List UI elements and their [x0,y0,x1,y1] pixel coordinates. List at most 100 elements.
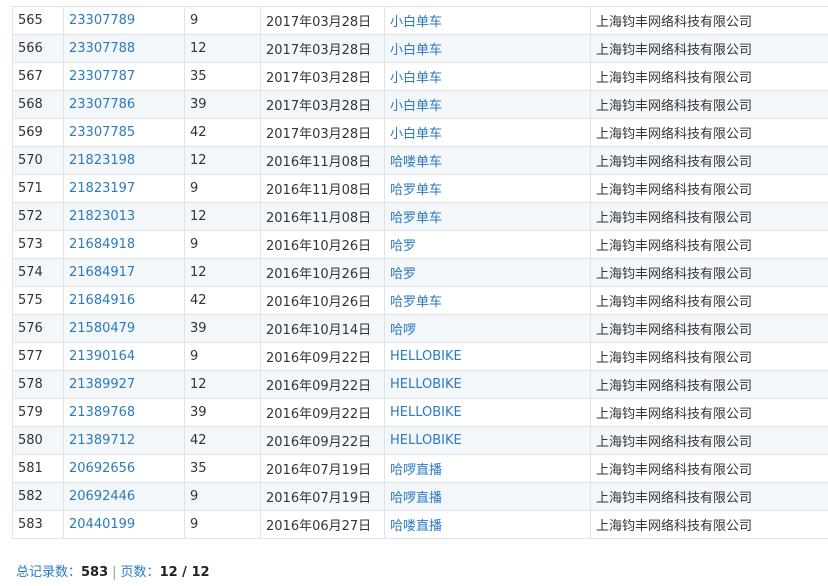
cell-index: 570 [12,146,64,175]
table-row: 571 21823197 9 2016年11月08日 哈罗单车 上海钧丰网络科技有限公司 [12,174,828,203]
cell-class: 39 [184,314,261,343]
records-table-body: 565 23307789 9 2017年03月28日 小白单车 上海钧丰网络科技有限公司 5… [12,6,828,539]
registration-number-link[interactable]: 21684916 [69,293,135,308]
cell-class-text: 39 [190,97,207,112]
table-row: 575 21684916 42 2016年10月26日 哈罗单车 上海钧丰网络科技有限公司 [12,286,828,315]
cell-application-date-text: 2016年10月14日 [266,323,372,338]
registration-number-link[interactable]: 23307788 [69,41,135,56]
cell-class-text: 12 [190,265,207,280]
cell-trademark-name: 小白单车 [384,6,591,35]
cell-applicant: 上海钧丰网络科技有限公司 [590,202,828,231]
registration-number-link[interactable]: 23307789 [69,13,135,28]
cell-application-date: 2016年10月26日 [260,286,385,315]
cell-application-date-text: 2016年09月22日 [266,407,372,422]
trademark-name-link[interactable]: HELLOBIKE [390,405,462,420]
registration-number-link[interactable]: 21823197 [69,181,135,196]
registration-number-link[interactable]: 21390164 [69,349,135,364]
registration-number-link[interactable]: 21389768 [69,405,135,420]
registration-number-link[interactable]: 21389927 [69,377,135,392]
registration-number-link[interactable]: 23307785 [69,125,135,140]
trademark-name-link[interactable]: 哈啰直播 [390,463,442,478]
trademark-name-link[interactable]: 哈啰直播 [390,491,442,506]
trademark-name-link[interactable]: HELLOBIKE [390,433,462,448]
table-row: 576 21580479 39 2016年10月14日 哈啰 上海钧丰网络科技有限公司 [12,314,828,343]
cell-application-date-text: 2017年03月28日 [266,127,372,142]
cell-index: 571 [12,174,64,203]
cell-applicant-text: 上海钧丰网络科技有限公司 [596,435,753,450]
cell-applicant: 上海钧丰网络科技有限公司 [590,482,828,511]
trademark-name-link[interactable]: 哈罗单车 [390,183,442,198]
trademark-name-link[interactable]: 哈罗单车 [390,295,442,310]
cell-application-date: 2016年09月22日 [260,426,385,455]
cell-class: 39 [184,398,261,427]
cell-registration-number: 23307785 [63,118,185,147]
cell-application-date: 2017年03月28日 [260,6,385,35]
cell-registration-number: 21684917 [63,258,185,287]
trademark-name-link[interactable]: 小白单车 [390,43,442,58]
cell-class: 9 [184,342,261,371]
cell-application-date-text: 2016年07月19日 [266,491,372,506]
cell-index-text: 578 [18,377,43,392]
trademark-name-link[interactable]: 哈喽直播 [390,519,442,534]
trademark-name-link[interactable]: HELLOBIKE [390,377,462,392]
trademark-name-link[interactable]: 哈啰 [390,323,416,338]
registration-number-link[interactable]: 20692656 [69,461,135,476]
registration-number-link[interactable]: 20692446 [69,489,135,504]
cell-registration-number: 21684918 [63,230,185,259]
cell-application-date-text: 2017年03月28日 [266,71,372,86]
cell-applicant-text: 上海钧丰网络科技有限公司 [596,155,753,170]
cell-application-date: 2016年11月08日 [260,202,385,231]
cell-index-text: 582 [18,489,43,504]
cell-applicant: 上海钧丰网络科技有限公司 [590,230,828,259]
registration-number-link[interactable]: 21684918 [69,237,135,252]
cell-applicant-text: 上海钧丰网络科技有限公司 [596,519,753,534]
cell-registration-number: 21823198 [63,146,185,175]
cell-application-date-text: 2016年10月26日 [266,239,372,254]
cell-applicant: 上海钧丰网络科技有限公司 [590,398,828,427]
trademark-name-link[interactable]: 哈罗 [390,239,416,254]
registration-number-link[interactable]: 23307787 [69,69,135,84]
trademark-name-link[interactable]: HELLOBIKE [390,349,462,364]
registration-number-link[interactable]: 23307786 [69,97,135,112]
registration-number-link[interactable]: 21684917 [69,265,135,280]
cell-applicant: 上海钧丰网络科技有限公司 [590,62,828,91]
registration-number-link[interactable]: 21389712 [69,433,135,448]
total-records-label: 总记录数： [16,565,82,580]
table-row: 578 21389927 12 2016年09月22日 HELLOBIKE 上海钧丰网络科… [12,370,828,399]
trademark-name-link[interactable]: 小白单车 [390,127,442,142]
cell-index-text: 573 [18,237,43,252]
registration-number-link[interactable]: 21580479 [69,321,135,336]
trademark-name-link[interactable]: 哈罗 [390,267,416,282]
cell-applicant: 上海钧丰网络科技有限公司 [590,6,828,35]
cell-trademark-name: HELLOBIKE [384,370,591,399]
cell-application-date: 2017年03月28日 [260,62,385,91]
trademark-name-link[interactable]: 哈喽单车 [390,155,442,170]
trademark-name-link[interactable]: 小白单车 [390,71,442,86]
registration-number-link[interactable]: 21823198 [69,153,135,168]
cell-application-date: 2016年11月08日 [260,146,385,175]
cell-applicant-text: 上海钧丰网络科技有限公司 [596,295,753,310]
cell-index-text: 565 [18,13,43,28]
cell-class: 12 [184,258,261,287]
cell-trademark-name: 小白单车 [384,90,591,119]
cell-registration-number: 21684916 [63,286,185,315]
cell-index-text: 570 [18,153,43,168]
cell-application-date-text: 2016年06月27日 [266,519,372,534]
trademark-name-link[interactable]: 哈罗单车 [390,211,442,226]
trademark-name-link[interactable]: 小白单车 [390,99,442,114]
table-row: 566 23307788 12 2017年03月28日 小白单车 上海钧丰网络科技有限公司 [12,34,828,63]
registration-number-link[interactable]: 21823013 [69,209,135,224]
trademark-name-link[interactable]: 小白单车 [390,15,442,30]
registration-number-link[interactable]: 20440199 [69,517,135,532]
cell-class: 42 [184,286,261,315]
cell-registration-number: 21390164 [63,342,185,371]
cell-index: 569 [12,118,64,147]
cell-class: 9 [184,230,261,259]
cell-application-date: 2016年10月14日 [260,314,385,343]
cell-class: 35 [184,62,261,91]
table-row: 579 21389768 39 2016年09月22日 HELLOBIKE 上海钧丰网络科… [12,398,828,427]
cell-applicant-text: 上海钧丰网络科技有限公司 [596,211,753,226]
table-row: 574 21684917 12 2016年10月26日 哈罗 上海钧丰网络科技有限公司 [12,258,828,287]
cell-application-date: 2016年06月27日 [260,510,385,539]
cell-applicant-text: 上海钧丰网络科技有限公司 [596,71,753,86]
